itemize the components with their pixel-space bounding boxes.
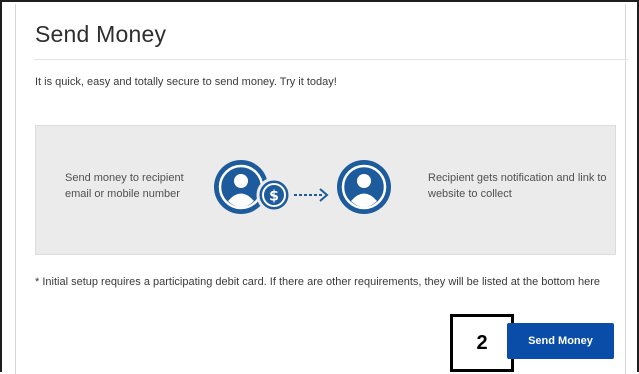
recipient-step-text: Recipient gets notification and link to …	[428, 172, 607, 200]
send-money-card: Send Money It is quick, easy and totally…	[15, 4, 628, 374]
step-number-callout: 2	[450, 314, 514, 372]
recipient-person-icon	[337, 160, 391, 214]
title-divider	[34, 59, 628, 60]
money-flow-illustration: $	[214, 160, 391, 214]
send-money-button[interactable]: Send Money	[507, 323, 614, 359]
how-it-works-panel: Send money to recipient email or mobile …	[35, 125, 616, 255]
coin-symbol: $	[269, 189, 279, 205]
sender-step-text: Send money to recipient email or mobile …	[65, 172, 184, 200]
screenshot-frame: Send Money It is quick, easy and totally…	[0, 0, 639, 374]
dashed-arrow-icon	[294, 188, 329, 202]
setup-requirements-note: * Initial setup requires a participating…	[35, 276, 600, 288]
dollar-coin-icon: $	[256, 177, 292, 213]
intro-text: It is quick, easy and totally secure to …	[35, 76, 337, 88]
page-title: Send Money	[35, 21, 167, 47]
